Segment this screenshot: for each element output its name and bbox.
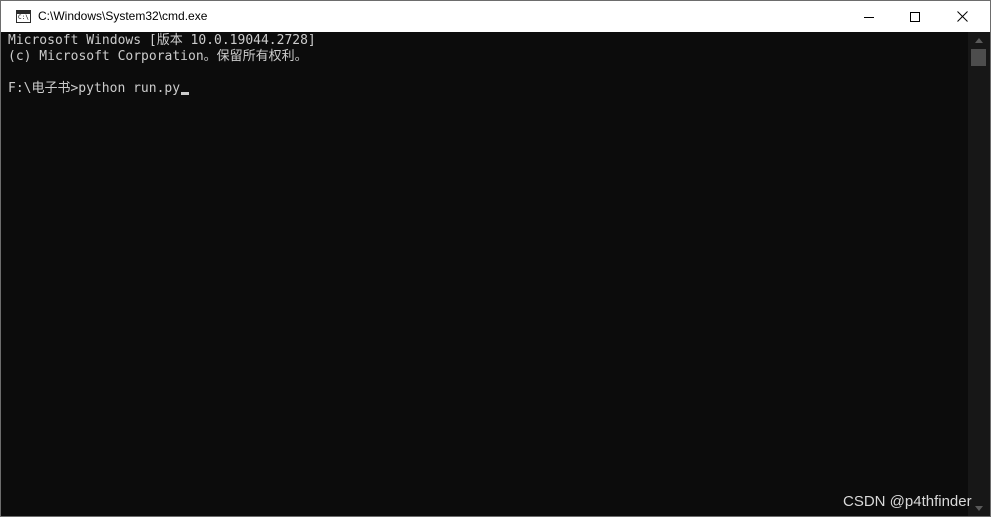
console-prompt-line[interactable]: F:\电子书>python run.py — [8, 81, 190, 97]
window-title: C:\Windows\System32\cmd.exe — [38, 9, 208, 23]
close-icon — [956, 11, 968, 22]
scroll-thumb[interactable] — [971, 49, 986, 66]
cmd-window: C:\ C:\Windows\System32\cmd.exe Microsof… — [0, 0, 991, 517]
minimize-icon — [864, 16, 874, 18]
cmd-console-icon[interactable]: C:\ — [16, 10, 31, 23]
vertical-scrollbar[interactable] — [968, 32, 990, 516]
watermark: CSDN @p4thfinder — [843, 493, 972, 510]
icon-text: C:\ — [18, 14, 29, 21]
minimize-button[interactable] — [846, 1, 892, 32]
console-output[interactable]: Microsoft Windows [版本 10.0.19044.2728] (… — [1, 32, 966, 516]
title-bar[interactable]: C:\ C:\Windows\System32\cmd.exe — [1, 1, 990, 32]
console-line-version: Microsoft Windows [版本 10.0.19044.2728] — [8, 33, 316, 48]
prompt-command: F:\电子书>python run.py — [8, 81, 181, 96]
chevron-up-icon — [975, 37, 983, 43]
text-cursor — [181, 92, 190, 95]
close-button[interactable] — [939, 1, 985, 32]
maximize-button[interactable] — [892, 1, 938, 32]
maximize-icon — [910, 11, 920, 22]
chevron-down-icon — [975, 505, 983, 511]
console-line-copyright: (c) Microsoft Corporation。保留所有权利。 — [8, 49, 308, 64]
scroll-up-button[interactable] — [968, 32, 990, 48]
